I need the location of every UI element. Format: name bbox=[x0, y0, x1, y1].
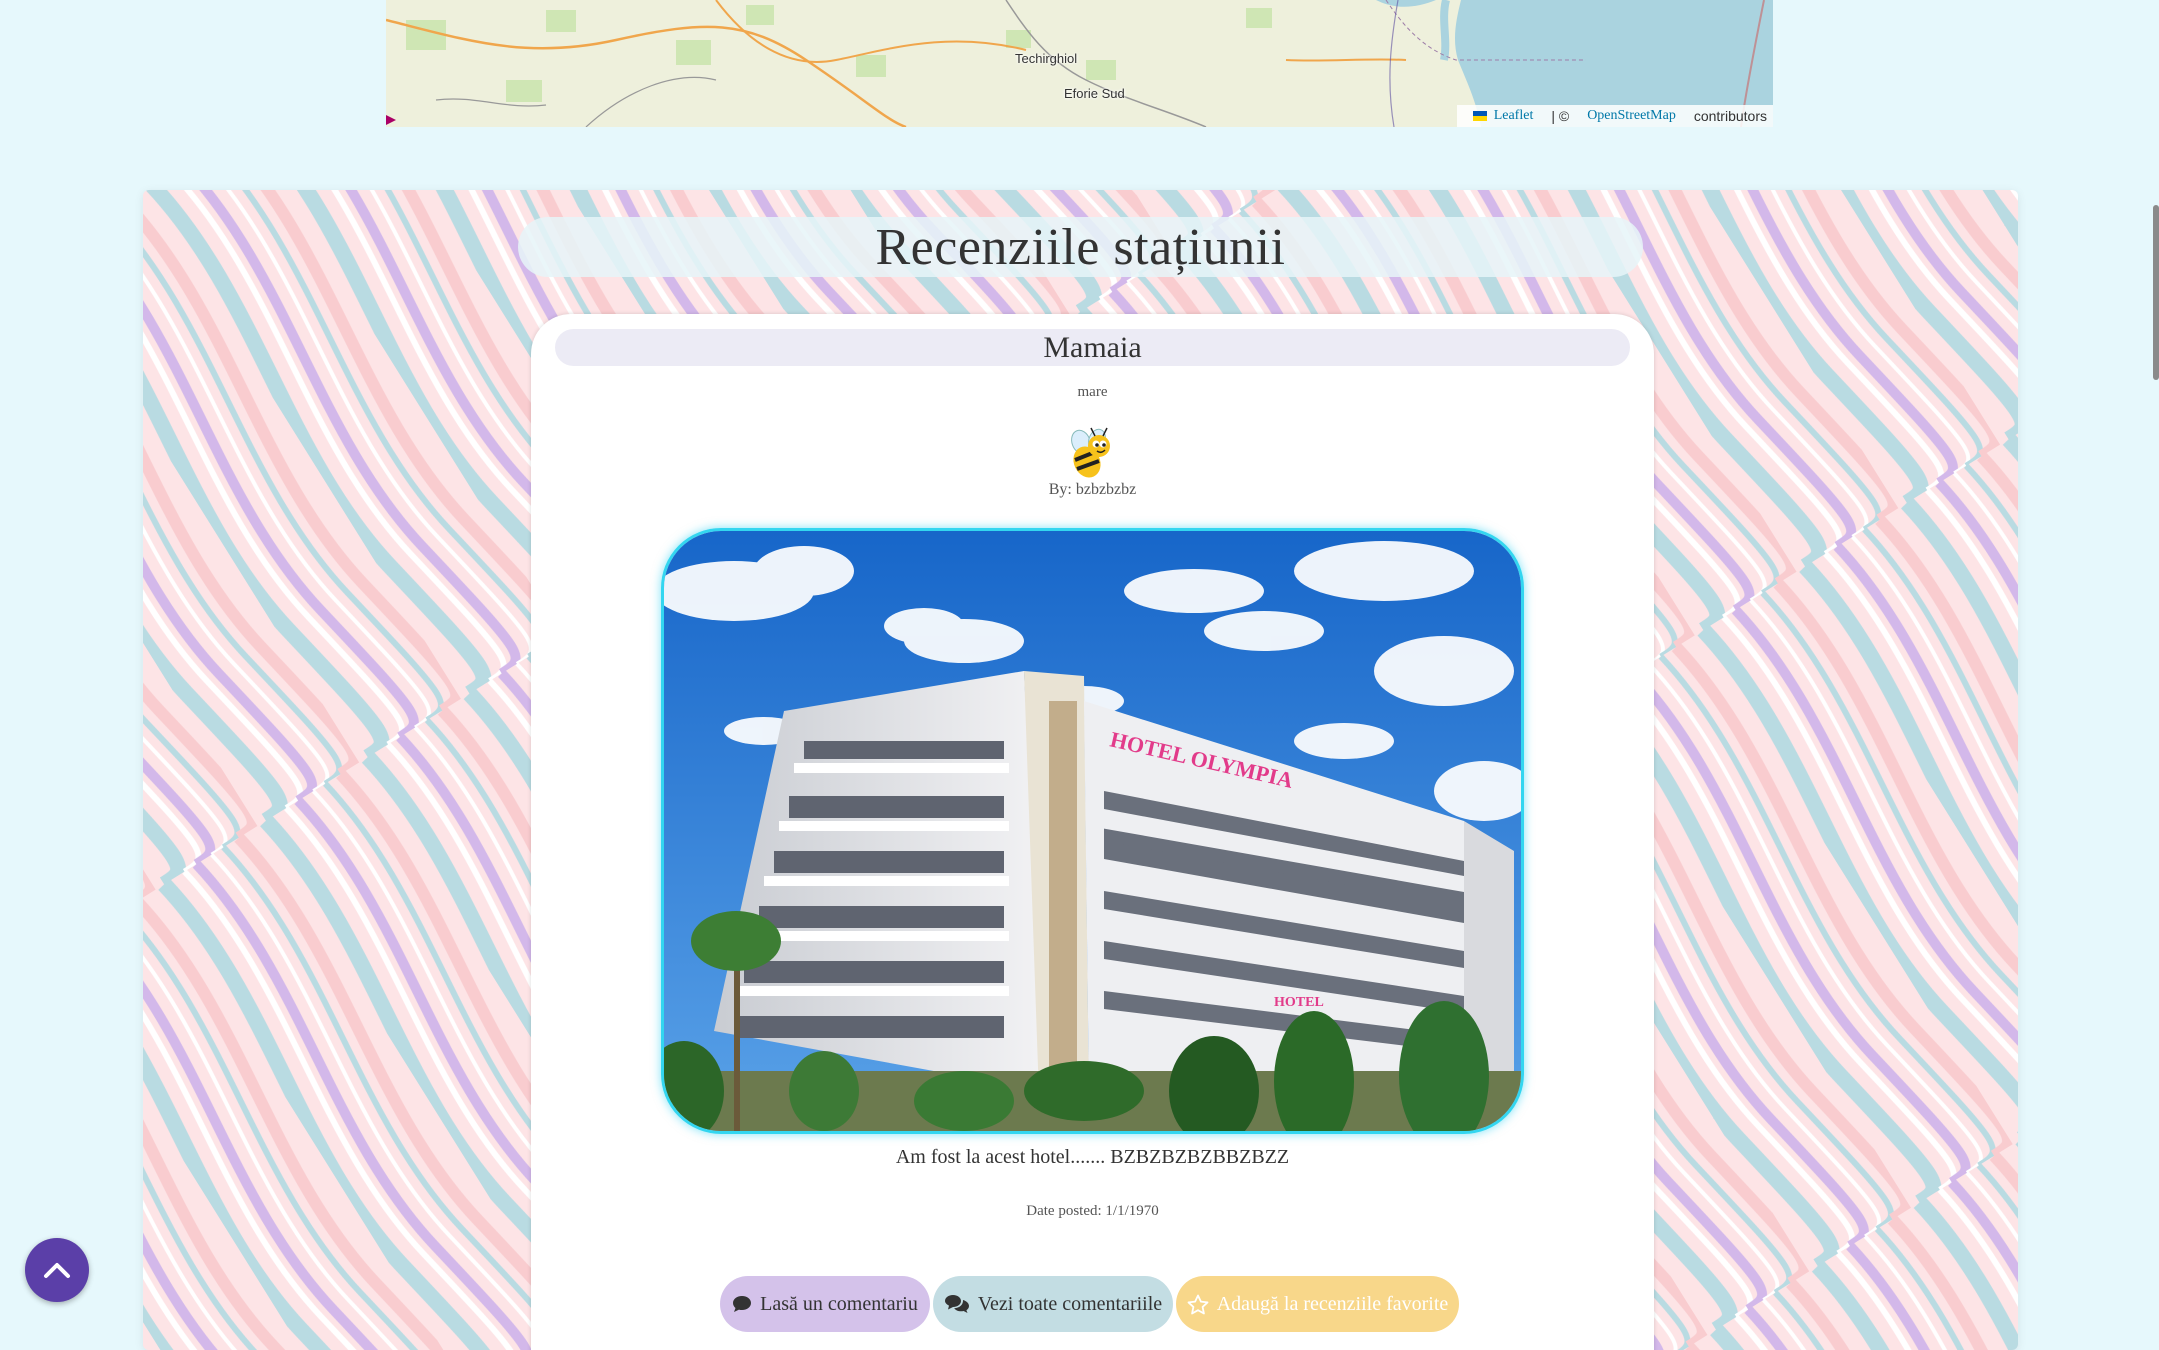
chevron-up-icon bbox=[44, 1263, 70, 1278]
reviews-section: Recenziile stațiunii Mamaia mare By: bzb… bbox=[143, 190, 2018, 1350]
add-favorite-button[interactable]: Adaugă la recenziile favorite bbox=[1176, 1276, 1459, 1332]
review-text: Am fost la acest hotel....... BZBZBZBZBB… bbox=[895, 1146, 1290, 1168]
comments-icon bbox=[944, 1295, 969, 1313]
leaflet-link[interactable]: Leaflet bbox=[1494, 108, 1534, 124]
leave-comment-label: Lasă un comentariu bbox=[760, 1292, 918, 1315]
openstreetmap-link[interactable]: OpenStreetMap bbox=[1587, 108, 1676, 124]
view-comments-label: Vezi toate comentariile bbox=[977, 1292, 1163, 1315]
comment-icon bbox=[733, 1296, 752, 1312]
attribution-separator: | © bbox=[1551, 108, 1570, 124]
map-label-eforie-sud: Eforie Sud bbox=[1064, 86, 1125, 101]
ukraine-flag-icon bbox=[1472, 111, 1487, 121]
map-label-techirghiol: Techirghiol bbox=[1015, 51, 1078, 66]
hotel-photo: HOTEL OLYMPIA HOTEL bbox=[661, 528, 1524, 1134]
review-title-bar: Mamaia bbox=[555, 329, 1630, 366]
scroll-to-top-button[interactable] bbox=[25, 1238, 89, 1302]
location-map[interactable]: Techirghiol Eforie Sud Leaflet | © OpenS… bbox=[386, 0, 1773, 127]
scrollbar-thumb[interactable] bbox=[2153, 205, 2159, 380]
attribution-contributors: contributors bbox=[1693, 108, 1767, 124]
view-comments-button[interactable]: Vezi toate comentariile bbox=[933, 1276, 1173, 1332]
svg-text:HOTEL: HOTEL bbox=[1274, 995, 1324, 1010]
review-category: mare bbox=[1077, 384, 1108, 400]
bee-avatar bbox=[1071, 427, 1110, 478]
map-attribution: Leaflet | © OpenStreetMap contributors bbox=[1456, 105, 1773, 127]
add-favorite-label: Adaugă la recenziile favorite bbox=[1216, 1292, 1449, 1315]
star-outline-icon bbox=[1187, 1294, 1209, 1314]
review-card: Mamaia mare By: bzbzbzbz HOTEL OLYMPIA H… bbox=[531, 314, 1654, 1350]
review-date: Date posted: 1/1/1970 bbox=[1026, 1203, 1159, 1219]
review-author: By: bzbzbzbz bbox=[1048, 481, 1137, 498]
leave-comment-button[interactable]: Lasă un comentariu bbox=[720, 1276, 930, 1332]
section-title: Recenziile stațiunii bbox=[875, 218, 1286, 276]
review-title: Mamaia bbox=[1043, 330, 1142, 364]
section-title-bar: Recenziile stațiunii bbox=[518, 217, 1643, 277]
